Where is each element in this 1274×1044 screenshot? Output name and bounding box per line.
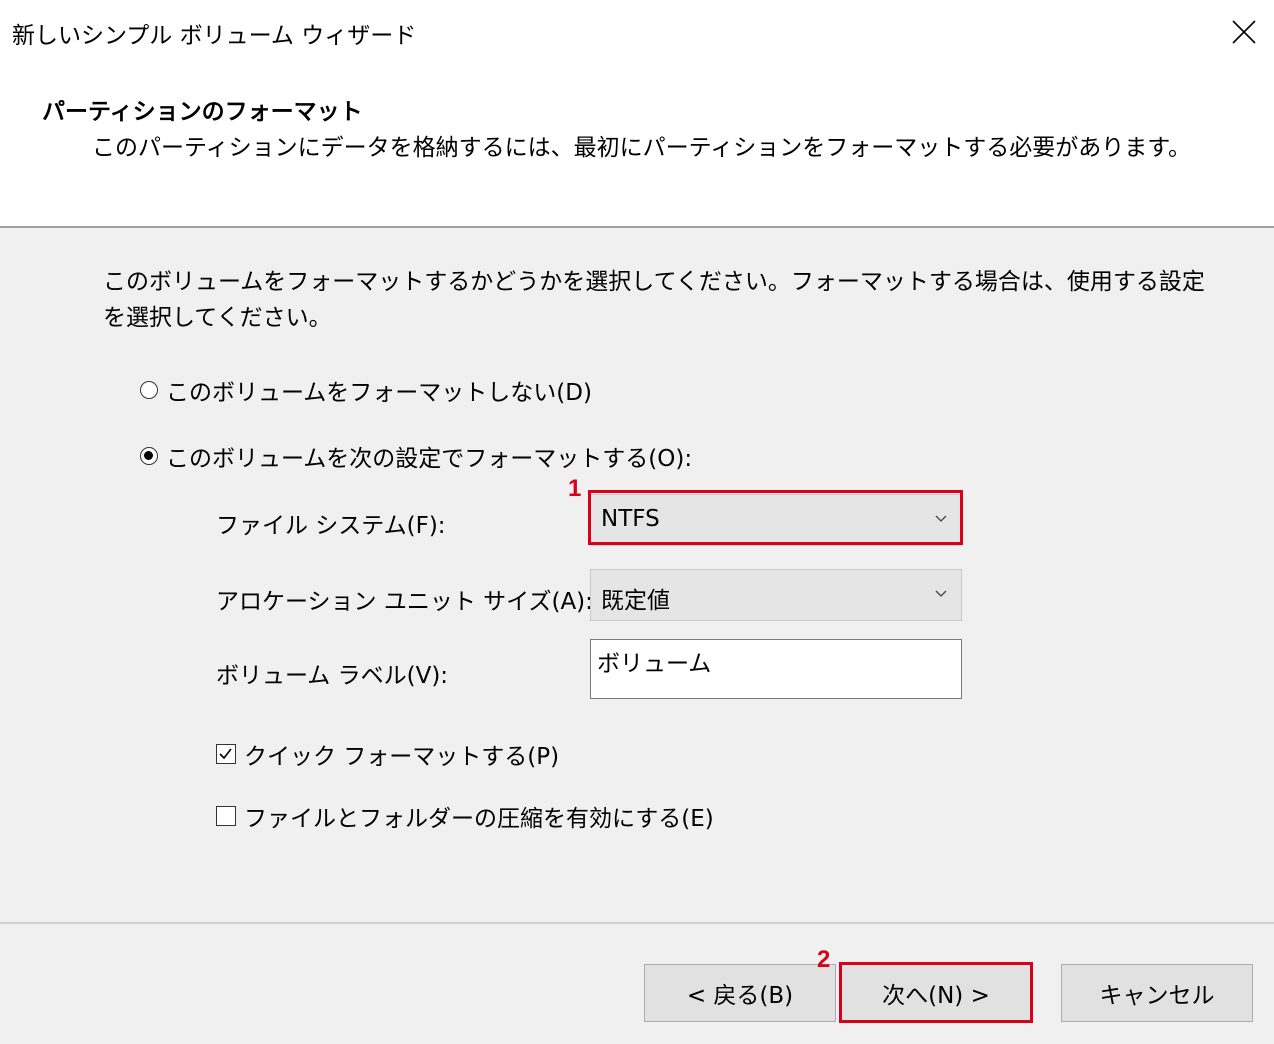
file-system-value: NTFS [601,506,660,532]
allocation-unit-value: 既定値 [601,588,670,614]
close-icon [1232,20,1256,44]
instructions-text: このボリュームをフォーマットするかどうかを選択してください。フォーマットする場合… [103,269,1205,331]
close-button[interactable] [1218,6,1270,58]
radio-no-format[interactable]: このボリュームをフォーマットしない(D) [140,373,592,407]
file-system-dropdown[interactable]: NTFS [590,494,962,546]
file-system-label: ファイル システム(F): [216,513,446,539]
wizard-footer: < 戻る(B) 次へ(N) > キャンセル [0,924,1274,1044]
volume-label-field[interactable] [590,639,962,699]
back-button[interactable]: < 戻る(B) [644,964,836,1022]
page-title: パーティションのフォーマット [42,99,363,125]
quick-format-label: クイック フォーマットする(P) [244,744,560,770]
wizard-content: このボリュームをフォーマットするかどうかを選択してください。フォーマットする場合… [0,228,1274,922]
compression-checkbox[interactable] [216,806,236,826]
quick-format-checkbox-row[interactable]: クイック フォーマットする(P) [216,737,559,771]
radio-format[interactable]: このボリュームを次の設定でフォーマットする(O): [140,439,692,473]
annotation-marker-2: 2 [817,946,831,973]
compression-checkbox-row[interactable]: ファイルとフォルダーの圧縮を有効にする(E) [216,799,714,833]
page-description: このパーティションにデータを格納するには、最初にパーティションをフォーマットする… [92,135,1191,161]
volume-label-label: ボリューム ラベル(V): [216,663,449,689]
cancel-button[interactable]: キャンセル [1061,964,1253,1022]
chevron-down-icon [935,515,947,522]
window-title: 新しいシンプル ボリューム ウィザード [12,23,417,49]
radio-no-format-label: このボリュームをフォーマットしない(D) [166,380,592,406]
radio-button-unchecked[interactable] [140,381,158,399]
quick-format-checkbox[interactable] [216,744,236,764]
radio-format-label: このボリュームを次の設定でフォーマットする(O): [166,446,693,472]
annotation-marker-1: 1 [568,475,582,502]
checkmark-icon [219,748,232,760]
allocation-unit-label: アロケーション ユニット サイズ(A): [216,589,593,615]
volume-label-input[interactable] [597,648,947,674]
compression-label: ファイルとフォルダーの圧縮を有効にする(E) [244,806,714,832]
title-bar: 新しいシンプル ボリューム ウィザード [0,0,1274,64]
radio-button-checked[interactable] [140,447,158,465]
allocation-unit-dropdown[interactable]: 既定値 [590,569,962,621]
chevron-down-icon [935,590,947,597]
wizard-header: パーティションのフォーマット このパーティションにデータを格納するには、最初にパ… [0,64,1274,226]
next-button[interactable]: 次へ(N) > [840,964,1032,1022]
